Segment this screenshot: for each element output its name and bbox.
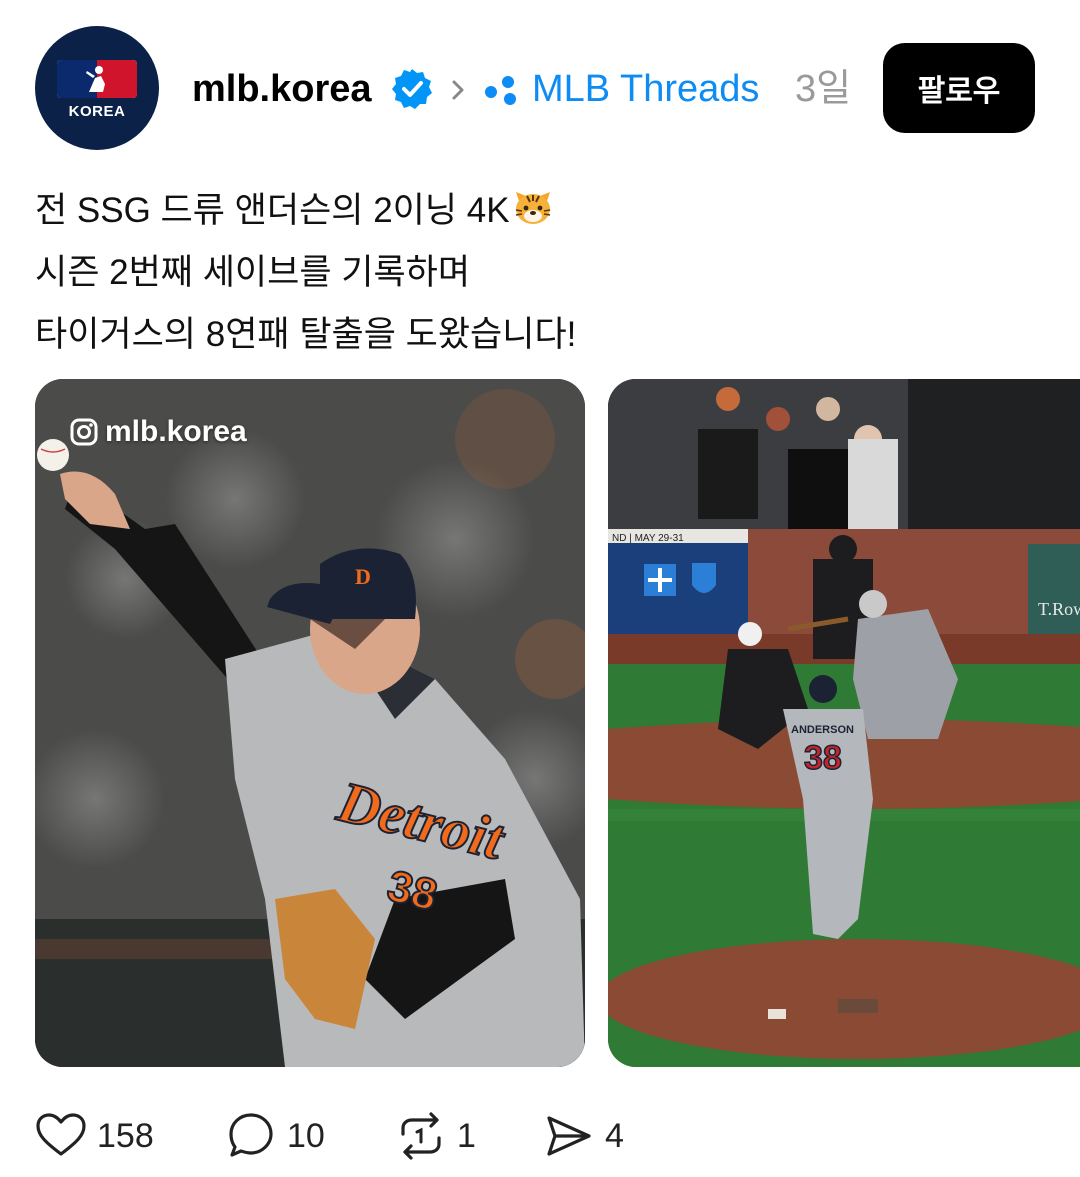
post-line: 시즌 2번째 세이브를 기록하며 [35, 253, 471, 292]
share-icon [547, 1116, 591, 1156]
heart-icon [36, 1113, 86, 1156]
profile-avatar[interactable]: KOREA [35, 26, 159, 150]
avatar-caption: KOREA [68, 103, 126, 120]
like-count: 158 [97, 1116, 154, 1155]
player-name: ANDERSON [791, 724, 854, 736]
like-button[interactable]: 158 [35, 1108, 154, 1164]
comment-button[interactable]: 10 [225, 1108, 325, 1164]
watermark: mlb.korea [69, 415, 247, 449]
share-count: 4 [605, 1116, 624, 1155]
player-number: 38 [804, 739, 842, 777]
repost-icon [401, 1112, 441, 1160]
post-line: 전 SSG 드류 앤더슨의 2이닝 4K [35, 180, 1035, 242]
community-icon [485, 76, 516, 105]
chevron-right-icon [452, 80, 464, 100]
instagram-icon [70, 418, 98, 446]
post-line: 타이거스의 8연패 탈출을 도왔습니다! [35, 315, 577, 354]
repost-count: 1 [457, 1116, 476, 1155]
username[interactable]: mlb.korea [192, 62, 372, 116]
watermark-text: mlb.korea [105, 415, 247, 448]
post-image-1[interactable]: D Detroit 38 mlb.korea [35, 379, 585, 1067]
pitcher-photo: D Detroit 38 [35, 379, 585, 1067]
community-link[interactable]: MLB Threads [532, 62, 759, 116]
broadcast-frame: T.Row ND | MAY 29-31 ANDERSON 38 [608, 379, 1080, 1067]
post-timestamp: 3일 [795, 68, 852, 110]
signage-text: T.Row [1038, 599, 1080, 619]
comment-icon [229, 1113, 273, 1157]
comment-count: 10 [287, 1116, 325, 1155]
scoreboard-text: ND | MAY 29-31 [612, 533, 684, 544]
post-body: 전 SSG 드류 앤더슨의 2이닝 4K 시즌 2번째 세이브를 기록하며 타이… [35, 180, 1035, 366]
action-bar: 158 10 1 4 [35, 1108, 735, 1164]
post-image-2[interactable]: T.Row ND | MAY 29-31 ANDERSON 38 [608, 379, 1080, 1067]
verified-badge-icon [392, 69, 432, 109]
repost-button[interactable]: 1 [395, 1108, 476, 1164]
svg-text:D: D [355, 564, 371, 589]
share-button[interactable]: 4 [543, 1108, 624, 1164]
follow-button[interactable]: 팔로우 [883, 43, 1035, 133]
tiger-face-icon [515, 192, 550, 224]
mlb-logo [57, 60, 137, 98]
